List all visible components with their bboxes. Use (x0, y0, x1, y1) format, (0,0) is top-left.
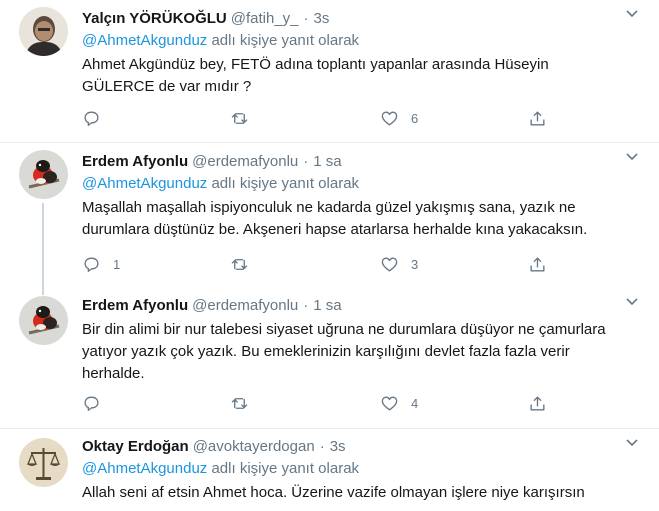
retweet-button[interactable] (230, 107, 261, 129)
reply-context-label: adlı kişiye yanıt olarak (207, 460, 360, 477)
reply-button[interactable]: 1 (82, 253, 120, 275)
reply-button[interactable] (82, 107, 113, 129)
tweet-header: Erdem Afyonlu @erdemafyonlu · 1 sa (82, 296, 619, 316)
author-handle[interactable]: @fatih_y_ (231, 10, 299, 27)
author-handle[interactable]: @avoktayerdogan (193, 438, 315, 455)
reply-context: @AhmetAkgunduz adlı kişiye yanıt olarak (82, 459, 619, 479)
tweet-text: Ahmet Akgündüz bey, FETÖ adına toplantı … (82, 56, 549, 95)
tweet-actions: 4 (82, 392, 552, 414)
tweet-feed: Yalçın YÖRÜKOĞLU @fatih_y_ · 3s @AhmetAkgun… (0, 0, 659, 511)
thread-connector (42, 203, 44, 295)
author-name[interactable]: Yalçın YÖRÜKOĞLU (82, 10, 227, 27)
tweet-header: Oktay Erdoğan @avoktayerdogan · 3s (82, 437, 619, 457)
tweet-text: Maşallah maşallah ispiyonculuk ne kadard… (82, 199, 588, 238)
tweet-header: Yalçın YÖRÜKOĞLU @fatih_y_ · 3s (82, 9, 619, 29)
retweet-button[interactable] (230, 253, 261, 275)
mention-link[interactable]: @AhmetAkgunduz (82, 32, 207, 49)
author-name[interactable]: Erdem Afyonlu (82, 297, 188, 314)
chevron-down-icon[interactable] (623, 4, 641, 22)
avatar-image (19, 438, 68, 487)
avatar-image (19, 296, 68, 345)
share-button[interactable] (528, 392, 547, 414)
chevron-down-icon[interactable] (623, 433, 641, 451)
share-icon (530, 256, 545, 272)
timestamp[interactable]: 1 sa (313, 297, 341, 314)
avatar[interactable] (19, 296, 68, 345)
like-button[interactable]: 4 (380, 392, 418, 414)
heart-icon (381, 256, 398, 272)
share-icon (530, 395, 545, 411)
share-icon (530, 110, 545, 126)
like-button[interactable]: 6 (380, 107, 418, 129)
reply-context: @AhmetAkgunduz adlı kişiye yanıt olarak (82, 31, 619, 51)
avatar-image (19, 150, 68, 199)
retweet-icon (231, 112, 248, 124)
tweet[interactable]: Erdem Afyonlu @erdemafyonlu · 1 sa @AhmetAk… (0, 143, 659, 295)
reply-context: @AhmetAkgunduz adlı kişiye yanıt olarak (82, 174, 619, 194)
chevron-down-icon[interactable] (623, 292, 641, 310)
like-count: 4 (411, 395, 419, 411)
author-handle[interactable]: @erdemafyonlu (192, 297, 298, 314)
share-button[interactable] (528, 107, 547, 129)
retweet-icon (231, 397, 248, 409)
separator-dot: · (303, 297, 309, 314)
tweet-header: Erdem Afyonlu @erdemafyonlu · 1 sa (82, 152, 619, 172)
reply-icon (84, 110, 99, 126)
retweet-button[interactable] (230, 392, 261, 414)
heart-icon (381, 110, 398, 126)
reply-button[interactable] (82, 392, 113, 414)
timestamp[interactable]: 3s (330, 438, 346, 455)
timestamp[interactable]: 1 sa (313, 153, 341, 170)
share-button[interactable] (528, 253, 547, 275)
like-count: 6 (411, 110, 419, 126)
tweet-text: Bir din alimi bir nur talebesi siyaset u… (82, 321, 606, 382)
tweet[interactable]: Oktay Erdoğan @avoktayerdogan · 3s @AhmetAk… (0, 429, 659, 511)
heart-icon (381, 395, 398, 411)
retweet-icon (231, 258, 248, 270)
like-button[interactable]: 3 (380, 253, 418, 275)
avatar[interactable] (19, 438, 68, 487)
like-count: 3 (411, 256, 419, 272)
avatar[interactable] (19, 7, 68, 56)
separator-dot: · (303, 10, 309, 27)
mention-link[interactable]: @AhmetAkgunduz (82, 175, 207, 192)
chevron-down-icon[interactable] (623, 147, 641, 165)
tweet-actions: 1 3 (82, 253, 552, 275)
tweet-text: Allah seni af etsin Ahmet hoca. Üzerine … (82, 484, 585, 501)
tweet[interactable]: Erdem Afyonlu @erdemafyonlu · 1 sa Bir din … (0, 286, 659, 429)
author-handle[interactable]: @erdemafyonlu (192, 153, 298, 170)
reply-context-label: adlı kişiye yanıt olarak (207, 175, 360, 192)
reply-icon (84, 395, 99, 411)
timestamp[interactable]: 3s (314, 10, 330, 27)
reply-context-label: adlı kişiye yanıt olarak (207, 32, 360, 49)
avatar[interactable] (19, 150, 68, 199)
author-name[interactable]: Erdem Afyonlu (82, 153, 188, 170)
separator-dot: · (303, 153, 309, 170)
avatar-image (19, 7, 68, 56)
tweet-actions: 6 (82, 107, 552, 129)
mention-link[interactable]: @AhmetAkgunduz (82, 460, 207, 477)
reply-icon (84, 256, 99, 272)
author-name[interactable]: Oktay Erdoğan (82, 438, 189, 455)
reply-count: 1 (113, 256, 121, 272)
tweet[interactable]: Yalçın YÖRÜKOĞLU @fatih_y_ · 3s @AhmetAkgun… (0, 0, 659, 143)
separator-dot: · (319, 438, 325, 455)
